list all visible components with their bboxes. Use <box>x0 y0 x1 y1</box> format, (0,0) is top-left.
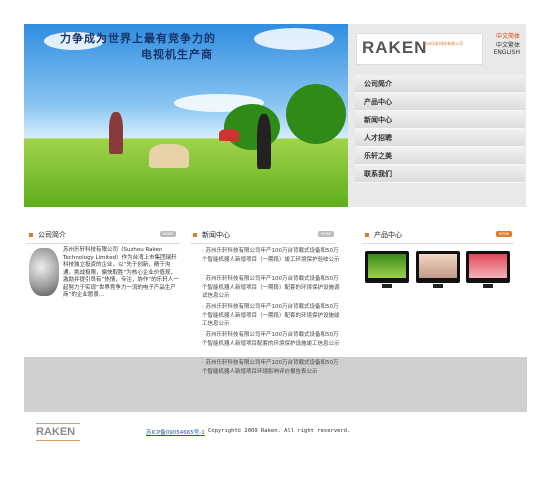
copyright-text: Copyright© 2009 Raken. All right reserve… <box>208 428 351 434</box>
tv-screen <box>469 254 507 278</box>
lang-traditional-link[interactable]: 中文繁体 <box>496 40 520 49</box>
menu-item-label: 产品中心 <box>364 98 392 106</box>
hero-slogan-line2: 电视机生产商 <box>141 48 213 61</box>
tv-stand <box>382 284 392 288</box>
news-item[interactable]: · 苏州乐轩科技有限公司年产100万台背载式设备和50万个智能机器人新增项目环境… <box>202 359 342 376</box>
menu-item-company[interactable]: 公司简介 <box>355 75 525 93</box>
tv-screen <box>368 254 406 278</box>
news-item-text: 苏州乐轩科技有限公司年产100万台背载式设备和50万个智能机器人新增项目环境影响… <box>202 360 339 375</box>
family-figure <box>149 144 189 168</box>
hero-slogan-line1: 力争成为世界上最有竞争力的 <box>60 32 216 45</box>
company-section-header: 公司简介 MORE <box>26 229 180 244</box>
company-section-title: 公司简介 <box>38 231 66 239</box>
company-intro-text: 苏州乐轩科技有限公司（Suzhou Raken Technology Limit… <box>63 247 179 298</box>
product-tv-image[interactable] <box>416 251 460 288</box>
brand-logo-text: RAKEN <box>362 38 428 57</box>
products-more-button[interactable]: MORE <box>496 231 512 237</box>
menu-item-contact[interactable]: 联系我们 <box>355 165 525 183</box>
menu-item-beauty[interactable]: 乐轩之美 <box>355 147 525 165</box>
news-item[interactable]: · 苏州乐轩科技有限公司年产100万台背载式设备和50万个智能机器人新增项目（一… <box>202 303 342 329</box>
menu-item-label: 乐轩之美 <box>364 152 392 160</box>
tv-stand <box>433 284 443 288</box>
tree-shape <box>286 84 346 144</box>
products-section-title: 产品中心 <box>374 231 402 239</box>
icp-link[interactable]: 苏ICP备09054665号-1 <box>146 428 205 436</box>
company-more-button[interactable]: MORE <box>160 231 176 237</box>
company-equipment-image <box>29 248 59 296</box>
news-item-text: 苏州乐轩科技有限公司年产100万台背载式设备和50万个智能机器人新增项目（一期段… <box>202 276 340 299</box>
news-item[interactable]: · 苏州乐轩科技有限公司年产100万台背载式设备和50万个智能机器人新增项目（一… <box>202 247 342 264</box>
menu-item-jobs[interactable]: 人才招聘 <box>355 129 525 147</box>
bullet-square-icon <box>193 233 197 237</box>
family-figure <box>109 112 123 154</box>
products-section-header: 产品中心 MORE <box>362 229 514 244</box>
menu-item-label: 新闻中心 <box>364 116 392 124</box>
menu-item-label: 公司简介 <box>364 80 392 88</box>
tv-screen <box>419 254 457 278</box>
brand-logo-subtitle: 苏州乐轩科技有限公司 <box>423 41 463 46</box>
businessman-figure <box>257 114 271 169</box>
news-item-text: 苏州乐轩科技有限公司年产100万台背载式设备和50万个智能机器人新增项目配套的环… <box>202 332 340 347</box>
news-item[interactable]: · 苏州乐轩科技有限公司年产100万台背载式设备和50万个智能机器人新增项目配套… <box>202 331 342 348</box>
news-section-title: 新闻中心 <box>202 231 230 239</box>
bullet-square-icon <box>365 233 369 237</box>
menu-item-news[interactable]: 新闻中心 <box>355 111 525 129</box>
menu-item-label: 人才招聘 <box>364 134 392 142</box>
product-tv-image[interactable] <box>466 251 510 288</box>
news-item[interactable]: · 苏州乐轩科技有限公司年产100万台背载式设备和50万个智能机器人新增项目（一… <box>202 275 342 301</box>
product-tv-image[interactable] <box>365 251 409 288</box>
menu-item-label: 联系我们 <box>364 170 392 178</box>
family-figure <box>219 129 239 141</box>
footer-logo: RAKEN <box>36 423 80 441</box>
tree-shape <box>224 104 280 150</box>
tv-stand <box>483 284 493 288</box>
lang-english-link[interactable]: ENGLISH <box>494 49 520 56</box>
news-more-button[interactable]: MORE <box>318 231 334 237</box>
cloud-shape <box>254 28 334 50</box>
news-section-header: 新闻中心 MORE <box>190 229 336 244</box>
news-item-text: 苏州乐轩科技有限公司年产100万台背载式设备和50万个智能机器人新增项目（一期段… <box>202 304 340 327</box>
menu-item-products[interactable]: 产品中心 <box>355 93 525 111</box>
news-item-text: 苏州乐轩科技有限公司年产100万台背载式设备和50万个智能机器人新增项目（一期段… <box>202 248 340 263</box>
lang-simplified-link[interactable]: 中文简体 <box>496 31 520 40</box>
bullet-square-icon <box>29 233 33 237</box>
